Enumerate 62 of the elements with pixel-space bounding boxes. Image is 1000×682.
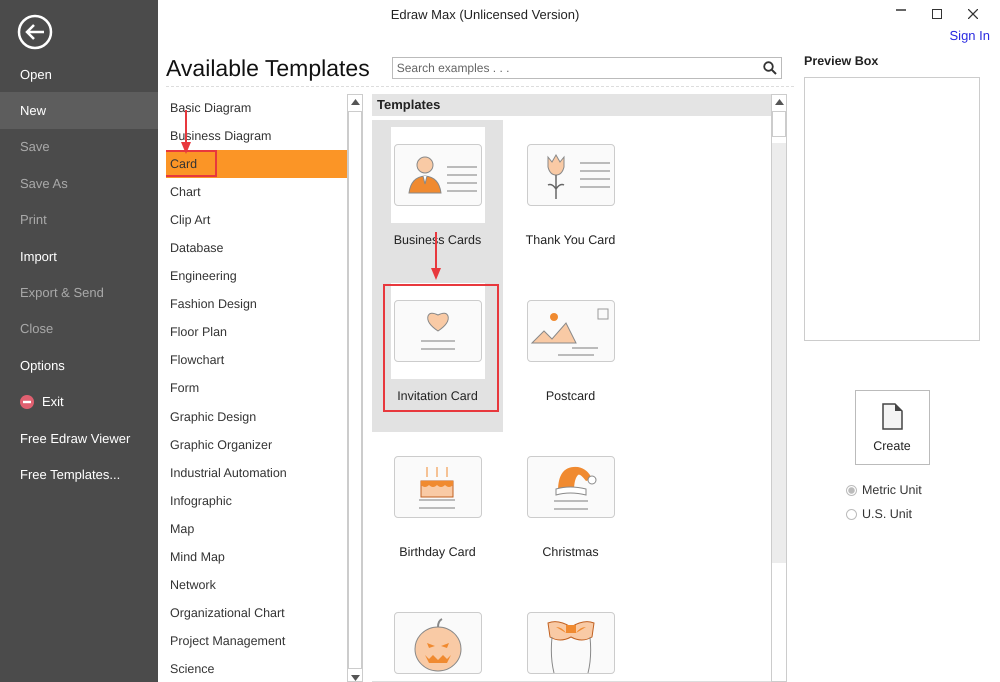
category-item[interactable]: Organizational Chart xyxy=(166,598,347,627)
template-tile[interactable]: Christmas xyxy=(505,432,636,588)
scroll-thumb[interactable] xyxy=(348,111,362,669)
maximize-icon xyxy=(932,9,942,19)
category-item[interactable]: Floor Plan xyxy=(166,318,347,346)
category-item[interactable]: Map xyxy=(166,514,347,543)
window-title: Edraw Max (Unlicensed Version) xyxy=(390,6,580,22)
category-item[interactable]: Chart xyxy=(166,178,347,206)
sign-in-link[interactable]: Sign In xyxy=(950,28,990,50)
category-item[interactable]: Science xyxy=(166,654,347,682)
category-item[interactable]: Network xyxy=(166,570,347,599)
minimize-icon xyxy=(896,9,906,11)
category-item[interactable]: Flowchart xyxy=(166,346,347,374)
menu-item[interactable]: Free Templates... xyxy=(0,456,158,493)
no-entry-icon xyxy=(20,394,34,409)
category-item[interactable]: Graphic Design xyxy=(166,402,347,431)
template-tile[interactable]: Thank You Card xyxy=(505,120,636,276)
scroll-up-icon xyxy=(774,99,784,105)
create-button[interactable]: Create xyxy=(854,390,930,465)
category-item[interactable]: Engineering xyxy=(166,262,347,290)
category-item[interactable]: Infographic xyxy=(166,486,347,515)
template-label: Thank You Card xyxy=(526,233,616,247)
category-item[interactable]: Clip Art xyxy=(166,206,347,234)
category-item[interactable]: Form xyxy=(166,374,347,403)
scrollbar[interactable] xyxy=(347,94,363,682)
template-tile[interactable]: Postcard xyxy=(505,276,636,432)
category-item[interactable]: Database xyxy=(166,234,347,262)
radio-option[interactable]: U.S. Unit xyxy=(846,507,980,521)
document-icon xyxy=(881,402,903,430)
preview-title: Preview Box xyxy=(804,54,880,70)
search-field[interactable]: Search examples . . . xyxy=(392,57,782,79)
menu-item[interactable]: Import xyxy=(0,238,158,274)
category-item[interactable]: Card xyxy=(166,150,347,178)
template-tile[interactable]: Invitation Card xyxy=(372,276,503,432)
category-item[interactable]: Fashion Design xyxy=(166,290,347,318)
category-item[interactable]: Mind Map xyxy=(166,542,347,571)
menu-item[interactable]: Open xyxy=(0,56,158,92)
page-heading: Available Templates xyxy=(166,54,370,82)
template-label: Postcard xyxy=(546,389,596,403)
radio-button[interactable] xyxy=(846,484,857,496)
scroll-down-icon xyxy=(350,675,360,681)
category-item[interactable]: Graphic Organizer xyxy=(166,430,347,459)
menu-item[interactable]: Options xyxy=(0,347,158,384)
search-icon xyxy=(762,61,777,75)
category-item[interactable]: Basic Diagram xyxy=(166,94,347,122)
radio-button[interactable] xyxy=(846,508,857,520)
template-label: Invitation Card xyxy=(397,389,478,403)
category-item[interactable]: Project Management xyxy=(166,626,347,655)
radio-option[interactable]: Metric Unit xyxy=(846,483,980,497)
category-item[interactable]: Industrial Automation xyxy=(166,458,347,487)
menu-item[interactable]: Free Edraw Viewer xyxy=(0,420,158,456)
section-header: Templates xyxy=(372,94,771,116)
template-tile[interactable]: Birthday Card xyxy=(372,432,503,588)
scroll-thumb[interactable] xyxy=(772,111,786,137)
menu-item[interactable]: New xyxy=(0,92,158,129)
back-button[interactable] xyxy=(17,14,53,50)
close-icon xyxy=(968,9,978,19)
template-label: Christmas xyxy=(542,545,599,559)
scrollbar[interactable] xyxy=(771,94,787,682)
menu-item[interactable]: Exit xyxy=(0,384,158,420)
template-label: Birthday Card xyxy=(399,545,476,559)
scroll-up-icon xyxy=(350,99,360,105)
